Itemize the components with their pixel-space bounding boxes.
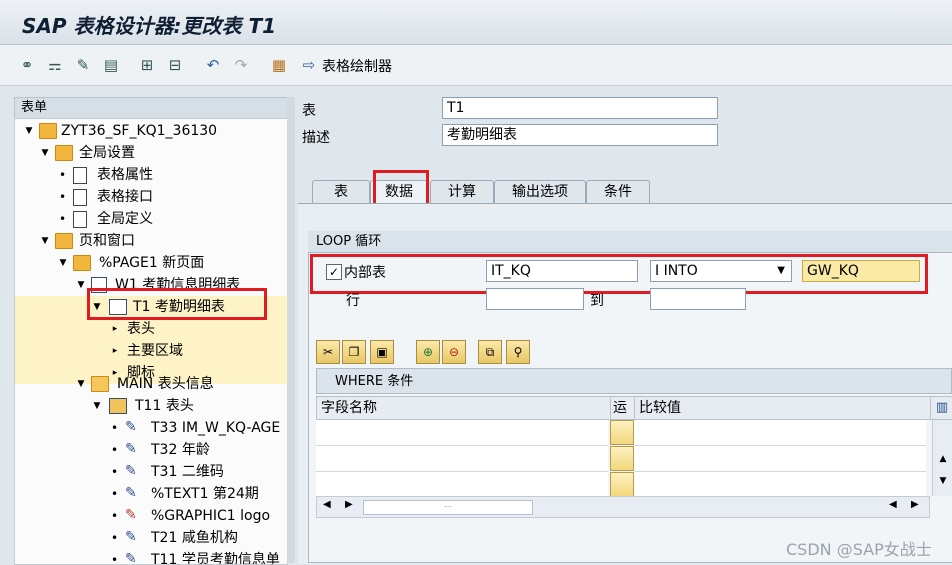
text-edit-icon: ✎ [125,485,137,501]
grid-cell[interactable] [316,472,608,498]
text-edit-icon: ✎ [125,529,137,545]
tree-node-global-settings[interactable]: ▼ 全局设置 [15,142,287,164]
tree-structure-icon[interactable]: ⚲ [506,340,530,364]
tree-node-text1[interactable]: • ✎ %TEXT1 第24期 [15,483,287,505]
tree-node-pages-windows[interactable]: ▼ 页和窗口 [15,230,287,252]
grid-cell[interactable] [316,420,608,446]
operator-button[interactable] [610,420,634,445]
print-preview-icon[interactable]: ▤ [100,54,122,76]
cut-icon[interactable]: ✂ [316,340,340,364]
description-field[interactable]: 考勤明细表 [442,124,718,146]
folder-icon [73,255,91,271]
row-to-label: 到 [590,293,604,309]
column-compare-value[interactable]: 比较值 [634,396,932,420]
tree-node-form[interactable]: ▼ ZYT36_SF_KQ1_36130 [15,120,287,142]
graphic-icon: ✎ [125,507,137,523]
grid-cell[interactable] [634,420,926,446]
tree-node-main[interactable]: ▼ MAIN 表头信息 [15,373,287,395]
grid-cell[interactable] [634,446,926,472]
expand-icon[interactable]: ⊞ [136,54,158,76]
tree-node-global-definitions[interactable]: • 全局定义 [15,208,287,230]
magic-wand-icon[interactable]: ✎ [72,54,94,76]
tree-node-header[interactable]: ▸ 表头 [15,318,287,340]
form-tree: ▼ ZYT36_SF_KQ1_36130 ▼ 全局设置 • 表格属性 • 表格接口 • 全… [14,118,288,565]
form-painter-button[interactable]: 表格绘制器 [322,56,392,76]
scroll-left-end-icon[interactable]: ◀ [889,499,897,510]
scroll-thumb[interactable]: ⋯ [363,500,533,515]
tree-node-t33[interactable]: • ✎ T33 IM_W_KQ-AGE [15,417,287,439]
scroll-up-icon[interactable]: ▲ [933,454,952,464]
copy-rows-icon[interactable]: ⧉ [478,340,502,364]
tree-node-form-interface[interactable]: • 表格接口 [15,186,287,208]
watermark: CSDN @SAP女战士 [786,540,932,559]
tree-node-t32[interactable]: • ✎ T32 年龄 [15,439,287,461]
tree-node-main-area[interactable]: ▸ 主要区域 [15,340,287,362]
tree-header: 表单 [14,97,294,119]
folder-icon [39,123,57,139]
tree-node-t31[interactable]: • ✎ T31 二维码 [15,461,287,483]
scroll-down-icon[interactable]: ▼ [933,476,952,486]
scroll-right-end-icon[interactable]: ▶ [911,499,919,510]
tab-table[interactable]: 表 [312,180,370,203]
horizontal-scrollbar[interactable]: ◀ ▶ ⋯ ◀ ▶ [316,496,930,518]
tab-conditions[interactable]: 条件 [586,180,650,203]
row-to-field[interactable] [650,288,746,310]
where-header: WHERE 条件 [316,368,952,394]
text-edit-icon: ✎ [125,419,137,435]
delete-row-icon[interactable]: ⊖ [442,340,466,364]
column-field-name[interactable]: 字段名称 [316,396,614,420]
grid-cell[interactable] [316,446,608,472]
application-toolbar: ⚭ ⚎ ✎ ▤ ⊞ ⊟ ↶ ↷ ▦ ⇨ [0,45,952,86]
document-icon [73,211,87,228]
tree-node-form-attributes[interactable]: • 表格属性 [15,164,287,186]
splitter[interactable] [287,97,295,563]
tab-calculation[interactable]: 计算 [430,180,494,203]
description-label: 描述 [302,130,330,146]
operator-button[interactable] [610,446,634,471]
tree-node-page1[interactable]: ▼ %PAGE1 新页面 [15,252,287,274]
highlight-t1-node [87,288,267,320]
table-grid-icon [109,398,127,414]
glasses-icon[interactable]: ⚭ [16,54,38,76]
loop-header: LOOP 循环 [308,231,952,253]
text-edit-icon: ✎ [125,463,137,479]
undo-icon[interactable]: ↶ [202,54,224,76]
table-name-label: 表 [302,103,316,119]
paste-icon[interactable]: ▣ [370,340,394,364]
arrow-right-icon[interactable]: ⇨ [298,54,320,76]
operator-button[interactable] [610,472,634,497]
copy-icon[interactable]: ❐ [342,340,366,364]
scroll-right-icon[interactable]: ▶ [345,499,353,510]
window-icon [91,376,109,392]
column-operator[interactable]: 运 [610,396,636,420]
tree-node-t21[interactable]: • ✎ T21 咸鱼机构 [15,527,287,549]
document-icon [73,189,87,206]
folder-icon [55,145,73,161]
document-icon [73,167,87,184]
window-title: SAP 表格设计器:更改表 T1 [22,14,277,38]
table-name-field[interactable]: T1 [442,97,718,119]
vertical-scrollbar[interactable]: ▲ ▼ [932,420,952,496]
insert-row-icon[interactable]: ⊕ [416,340,440,364]
column-settings-icon[interactable]: ▥ [930,396,952,420]
collapse-icon[interactable]: ⊟ [164,54,186,76]
highlight-loop-row [310,254,928,294]
layout-icon[interactable]: ▦ [268,54,290,76]
folder-icon [55,233,73,249]
redo-icon[interactable]: ↷ [230,54,252,76]
row-label: 行 [346,293,360,309]
text-edit-icon: ✎ [125,441,137,457]
hierarchy-icon[interactable]: ⚎ [44,54,66,76]
row-from-field[interactable] [486,288,584,310]
grid-cell[interactable] [634,472,926,498]
tree-node-graphic1[interactable]: • ✎ %GRAPHIC1 logo [15,505,287,527]
tree-node-t11[interactable]: ▼ T11 表头 [15,395,287,417]
scroll-left-icon[interactable]: ◀ [323,499,331,510]
tab-output-options[interactable]: 输出选项 [494,180,586,203]
